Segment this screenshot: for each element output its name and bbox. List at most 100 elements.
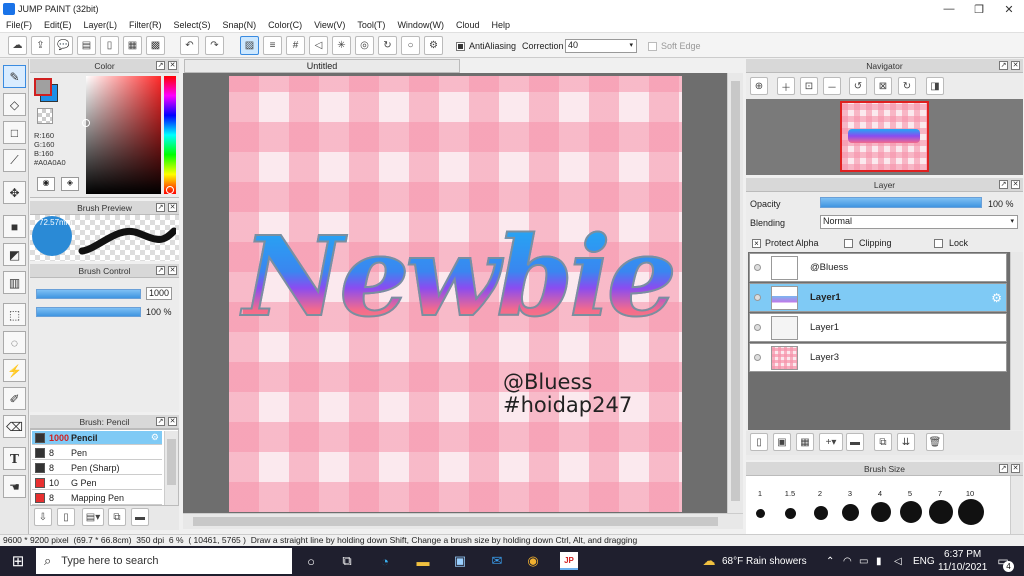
brush-folder-button[interactable]: ▬ bbox=[131, 508, 149, 526]
document-button[interactable]: ▯ bbox=[100, 36, 119, 55]
blending-select[interactable]: Normal ▾ bbox=[820, 215, 1018, 229]
panel-close-icon[interactable]: ✕ bbox=[1011, 61, 1020, 70]
hue-slider[interactable] bbox=[164, 76, 176, 194]
menu-layer[interactable]: Layer(L) bbox=[78, 20, 124, 30]
brush-item-pen-sharp[interactable]: 8 Pen (Sharp) bbox=[32, 461, 162, 475]
snap-ellipse-button[interactable]: ○ bbox=[401, 36, 420, 55]
menu-window[interactable]: Window(W) bbox=[391, 20, 450, 30]
soft-edge-checkbox[interactable] bbox=[648, 41, 657, 51]
zoom-out-button[interactable]: － bbox=[823, 77, 841, 95]
file-explorer-button[interactable]: ▬ bbox=[414, 552, 432, 570]
antialiasing-checkbox[interactable] bbox=[456, 41, 465, 51]
gear-icon[interactable]: ⚙ bbox=[991, 291, 1002, 305]
duplicate-layer-button[interactable]: ⧉ bbox=[874, 433, 892, 451]
gear-icon[interactable]: ⚙ bbox=[151, 432, 159, 443]
brush-opacity-slider[interactable] bbox=[36, 307, 141, 317]
panel-float-icon[interactable]: ↗ bbox=[156, 203, 165, 212]
brush-size-5[interactable] bbox=[900, 501, 922, 523]
layer-row-bluess[interactable]: @Bluess bbox=[749, 253, 1007, 282]
select-eraser-tool[interactable]: ⌫ bbox=[3, 415, 26, 438]
panel-float-icon[interactable]: ↗ bbox=[999, 180, 1008, 189]
message-button[interactable]: ▤ bbox=[77, 36, 96, 55]
brush-item-pencil[interactable]: 1000 Pencil ⚙ bbox=[32, 431, 162, 445]
new-layer-button[interactable]: ▯ bbox=[750, 433, 768, 451]
redo-button[interactable]: ↷ bbox=[205, 36, 224, 55]
minimize-button[interactable]: — bbox=[934, 0, 964, 18]
snap-settings-button[interactable]: ⚙ bbox=[424, 36, 443, 55]
shape-tool[interactable]: □ bbox=[3, 121, 26, 144]
fill-rect-tool[interactable]: ■ bbox=[3, 215, 26, 238]
brush-item-pen[interactable]: 8 Pen bbox=[32, 446, 162, 460]
panel-float-icon[interactable]: ↗ bbox=[156, 61, 165, 70]
menu-help[interactable]: Help bbox=[485, 20, 516, 30]
close-button[interactable]: ✕ bbox=[994, 0, 1024, 18]
menu-select[interactable]: Select(S) bbox=[168, 20, 217, 30]
pen-tool[interactable]: ✎ bbox=[3, 65, 26, 88]
visibility-icon[interactable] bbox=[754, 354, 761, 361]
scroll-thumb[interactable] bbox=[193, 517, 718, 526]
add-layer-menu-button[interactable]: +▾ bbox=[819, 433, 843, 451]
new-halftone-layer-button[interactable]: ▣ bbox=[773, 433, 791, 451]
main-color-swatch[interactable] bbox=[34, 78, 52, 96]
panel-close-icon[interactable]: ✕ bbox=[168, 417, 177, 426]
layer-list-scrollbar[interactable] bbox=[1010, 252, 1023, 430]
panel-close-icon[interactable]: ✕ bbox=[168, 61, 177, 70]
scroll-thumb[interactable] bbox=[167, 439, 176, 485]
zoom-actual-button[interactable]: ⊡ bbox=[800, 77, 818, 95]
zoom-fit-button[interactable]: ⊕ bbox=[750, 77, 768, 95]
rotate-right-button[interactable]: ↻ bbox=[898, 77, 916, 95]
drawing-canvas[interactable]: Newbie @Bluess #hoidap247 bbox=[229, 76, 682, 512]
brush-size-3[interactable] bbox=[842, 504, 859, 521]
menu-edit[interactable]: Edit(E) bbox=[38, 20, 78, 30]
clipping-checkbox[interactable] bbox=[844, 238, 853, 248]
snap-off-button[interactable]: ▨ bbox=[240, 36, 259, 55]
merge-layer-button[interactable]: ⇊ bbox=[897, 433, 915, 451]
menu-color[interactable]: Color(C) bbox=[262, 20, 308, 30]
share-button[interactable]: ⇪ bbox=[31, 36, 50, 55]
weather-text[interactable]: 68°F Rain showers bbox=[722, 556, 807, 567]
snap-perspective-button[interactable]: ◁ bbox=[309, 36, 328, 55]
canvas-tab[interactable]: Untitled bbox=[184, 59, 460, 73]
move-tool[interactable]: ✥ bbox=[3, 181, 26, 204]
visibility-icon[interactable] bbox=[754, 264, 761, 271]
menu-file[interactable]: File(F) bbox=[0, 20, 38, 30]
visibility-icon[interactable] bbox=[754, 294, 761, 301]
layer-row-layer1[interactable]: Layer1 bbox=[749, 313, 1007, 342]
lock-checkbox[interactable] bbox=[934, 238, 943, 248]
menu-snap[interactable]: Snap(N) bbox=[217, 20, 263, 30]
restore-button[interactable]: ❐ bbox=[964, 0, 994, 18]
battery-icon[interactable]: ▮ bbox=[876, 556, 882, 567]
panel-float-icon[interactable]: ↗ bbox=[999, 61, 1008, 70]
tray-chevron-icon[interactable]: ⌃ bbox=[826, 556, 834, 567]
transparent-swatch[interactable] bbox=[37, 108, 53, 124]
brush-size-7[interactable] bbox=[929, 500, 953, 524]
delete-layer-button[interactable]: 🗑 bbox=[926, 433, 944, 451]
brush-cloud-button[interactable]: ⇩ bbox=[34, 508, 52, 526]
select-pen-tool[interactable]: ✐ bbox=[3, 387, 26, 410]
select-tool[interactable]: ⬚ bbox=[3, 303, 26, 326]
page-button[interactable]: ▦ bbox=[123, 36, 142, 55]
clock-time[interactable]: 6:37 PM bbox=[944, 549, 981, 560]
brush-item-mapping-pen[interactable]: 8 Mapping Pen bbox=[32, 491, 162, 505]
menu-tool[interactable]: Tool(T) bbox=[351, 20, 391, 30]
color-saturation-field[interactable] bbox=[82, 76, 161, 194]
new-8bit-layer-button[interactable]: ▦ bbox=[796, 433, 814, 451]
canvas-horizontal-scrollbar[interactable] bbox=[183, 513, 743, 529]
weather-icon[interactable]: ☁ bbox=[700, 552, 718, 570]
layer-row-layer3[interactable]: Layer3 bbox=[749, 343, 1007, 372]
taskbar-search[interactable]: ⌕ Type here to search bbox=[36, 548, 292, 574]
line-tool[interactable]: ⟋ bbox=[3, 149, 26, 172]
copy-brush-button[interactable]: ⧉ bbox=[108, 508, 126, 526]
eraser-tool[interactable]: ◇ bbox=[3, 93, 26, 116]
gradient-tool[interactable]: ▥ bbox=[3, 271, 26, 294]
menu-filter[interactable]: Filter(R) bbox=[123, 20, 168, 30]
rotate-left-button[interactable]: ↺ bbox=[849, 77, 867, 95]
brush-size-slider[interactable] bbox=[36, 289, 141, 299]
brush-list-scrollbar[interactable] bbox=[164, 431, 178, 505]
snap-parallel-button[interactable]: ≡ bbox=[263, 36, 282, 55]
windows-start-button[interactable]: ⊞ bbox=[9, 552, 27, 570]
rotate-reset-button[interactable]: ⊠ bbox=[874, 77, 892, 95]
edge-button[interactable]: ◔ bbox=[376, 552, 394, 570]
panel-close-icon[interactable]: ✕ bbox=[168, 266, 177, 275]
bucket-tool[interactable]: ◩ bbox=[3, 243, 26, 266]
